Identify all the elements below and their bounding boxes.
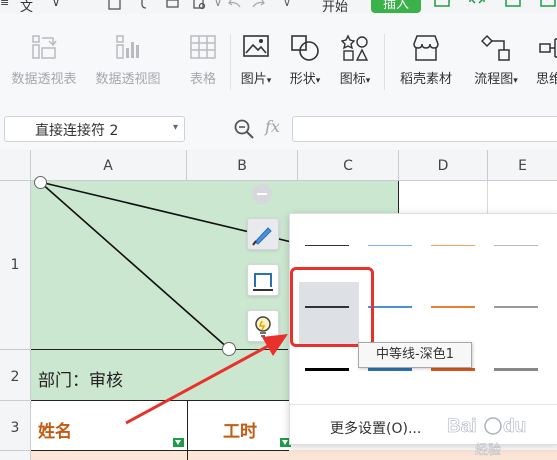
svg-text:Bai: Bai — [447, 416, 477, 437]
baidu-watermark-logo: Bai du 经验 — [447, 416, 527, 459]
svg-text:经验: 经验 — [475, 442, 501, 458]
annotation-arrow — [125, 334, 288, 425]
svg-text:du: du — [503, 416, 526, 437]
line-style-tooltip: 中等线-深色1 — [358, 342, 472, 368]
